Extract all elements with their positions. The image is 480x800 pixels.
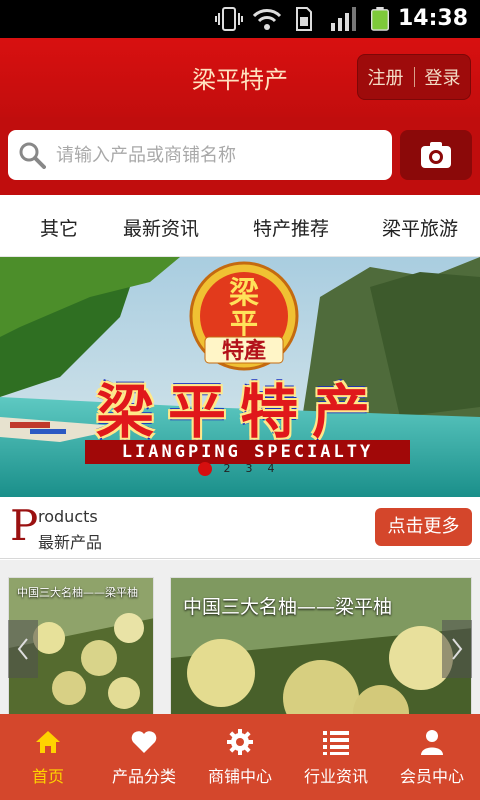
svg-text:平: 平: [230, 307, 258, 340]
products-carousel: 中国三大名柚——梁平柚 中国三大名柚——梁平柚: [0, 560, 480, 717]
product-title: 中国三大名柚——梁平柚: [17, 586, 138, 599]
gear-icon: [227, 729, 253, 755]
nav-label: 行业资讯: [303, 767, 368, 786]
chevron-left-icon: [17, 638, 28, 660]
more-button[interactable]: 点击更多: [375, 508, 472, 546]
bottom-nav: 首页 产品分类 商铺中心 行业资讯 会员中心: [0, 714, 480, 800]
carousel-prev-button[interactable]: [8, 620, 38, 678]
banner-title: 梁平特产: [95, 378, 384, 446]
carousel-indicators: 2 3 4: [198, 462, 278, 476]
tab-latest-news[interactable]: 最新资讯: [123, 214, 199, 241]
carousel-dot[interactable]: 2: [220, 462, 234, 476]
carousel-dot[interactable]: 4: [264, 462, 278, 476]
category-tabs: 其它 最新资讯 特产推荐 梁平旅游: [0, 195, 480, 257]
nav-product-category[interactable]: 产品分类: [96, 714, 192, 800]
tab-specialty-recommend[interactable]: 特产推荐: [253, 214, 329, 241]
search-bar: [0, 117, 480, 195]
nav-label: 产品分类: [111, 767, 176, 786]
banner-carousel[interactable]: 梁 平 特產 梁平特产 LIANGPING SPECIALTY: [0, 257, 480, 497]
login-button[interactable]: 登录: [425, 64, 461, 90]
sim-icon: [296, 7, 312, 31]
search-input[interactable]: [56, 138, 376, 172]
nav-industry-news[interactable]: 行业资讯: [288, 714, 384, 800]
search-box[interactable]: [8, 130, 392, 180]
auth-divider: [413, 67, 415, 87]
nav-home[interactable]: 首页: [0, 714, 96, 800]
section-title-en: roducts: [38, 507, 98, 526]
tab-liangping-travel[interactable]: 梁平旅游: [382, 214, 458, 241]
wifi-icon: [252, 9, 282, 30]
auth-buttons: 注册 登录: [357, 54, 471, 100]
tab-other[interactable]: 其它: [40, 214, 78, 241]
app-header: 梁平特产 注册 登录: [0, 38, 480, 117]
vibrate-icon: [215, 7, 243, 31]
clock: 14:38: [397, 6, 468, 31]
search-icon: [19, 142, 46, 169]
brand-seal-logo: 梁 平 特產: [189, 261, 299, 371]
signal-icon: [331, 7, 356, 31]
product-title: 中国三大名柚——梁平柚: [183, 596, 393, 618]
chevron-right-icon: [452, 638, 463, 660]
carousel-dot[interactable]: [198, 462, 212, 476]
nav-label: 商铺中心: [207, 767, 272, 786]
nav-shop-center[interactable]: 商铺中心: [192, 714, 288, 800]
section-initial: P: [10, 501, 39, 550]
products-section-header: P roducts 最新产品 点击更多: [0, 497, 480, 559]
register-button[interactable]: 注册: [368, 64, 404, 90]
svg-text:特產: 特產: [222, 338, 266, 364]
carousel-dot[interactable]: 3: [242, 462, 256, 476]
battery-icon: [371, 7, 389, 31]
product-card[interactable]: 中国三大名柚——梁平柚: [170, 577, 472, 717]
user-icon: [421, 730, 443, 755]
section-title-cn: 最新产品: [38, 533, 103, 552]
banner-subtitle: LIANGPING SPECIALTY: [85, 440, 410, 464]
camera-button[interactable]: [400, 130, 472, 180]
nav-label: 会员中心: [399, 767, 464, 786]
nav-label: 首页: [31, 767, 64, 786]
status-bar: 14:38: [0, 0, 480, 38]
home-icon: [36, 731, 60, 753]
heart-icon: [131, 731, 157, 753]
camera-icon: [421, 142, 451, 168]
nav-member-center[interactable]: 会员中心: [384, 714, 480, 800]
carousel-next-button[interactable]: [442, 620, 472, 678]
svg-text:梁: 梁: [229, 276, 259, 311]
list-icon: [323, 731, 349, 755]
